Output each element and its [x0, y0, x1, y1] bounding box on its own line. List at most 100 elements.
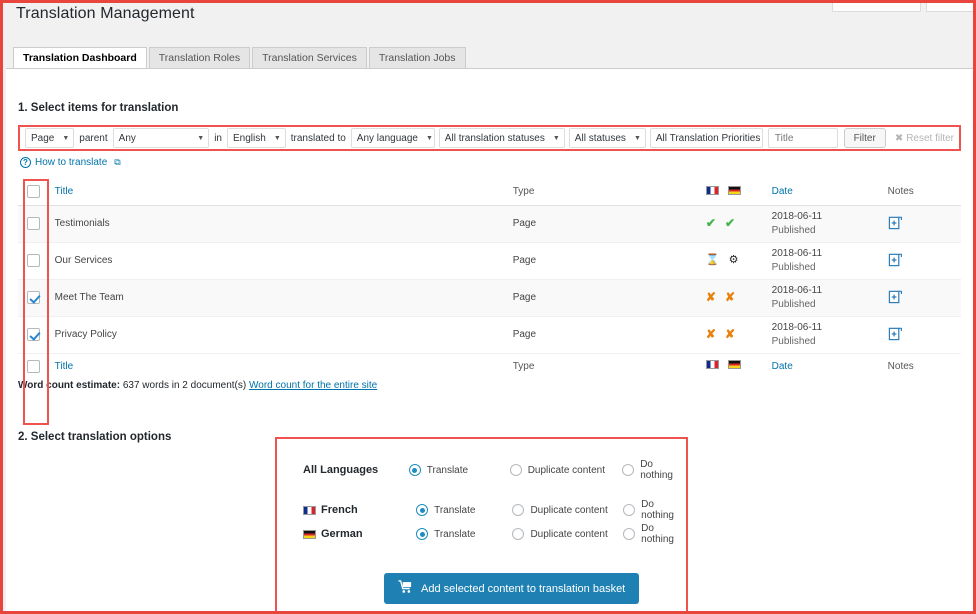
option-label: Duplicate content: [530, 504, 608, 516]
all-languages-translate-option[interactable]: Translate: [408, 464, 510, 476]
option-label: Duplicate content: [530, 528, 608, 540]
section-1-heading: 1. Select items for translation: [18, 102, 179, 114]
target-language-value: Any language: [356, 132, 418, 144]
parent-select[interactable]: Any ▼: [112, 128, 210, 148]
tab-label: Translation Jobs: [378, 51, 456, 64]
radio-duplicate[interactable]: [512, 504, 525, 516]
table-row[interactable]: Meet The Team Page ✘ ✘ 2018-06-11 Publishe…: [18, 279, 961, 316]
radio-translate[interactable]: [408, 464, 421, 476]
select-all-checkbox[interactable]: [27, 359, 40, 373]
footer-title[interactable]: Title: [55, 353, 513, 379]
select-all-header: [18, 179, 55, 205]
header-date[interactable]: Date: [772, 179, 888, 205]
row-type: Page: [512, 292, 537, 303]
row-checkbox[interactable]: [27, 291, 40, 304]
translated-check-icon: ✔: [724, 216, 736, 230]
basket-button-label: Add selected content to translation bask…: [421, 582, 626, 595]
add-note-icon[interactable]: [888, 252, 903, 270]
row-checkbox[interactable]: [27, 254, 40, 267]
row-status-text: Published: [771, 335, 816, 347]
translation-status-select[interactable]: All translation statuses ▼: [438, 128, 565, 148]
word-count-value: 637 words in 2 document(s): [122, 380, 247, 391]
french-translate-option[interactable]: Translate: [416, 504, 515, 516]
how-to-translate-link[interactable]: ? How to translate ⧉: [20, 157, 121, 168]
row-notes: [888, 205, 961, 242]
option-label: Do nothing: [640, 459, 673, 481]
select-all-checkbox[interactable]: [27, 185, 40, 199]
all-languages-donothing-option[interactable]: Do nothing: [622, 459, 686, 481]
reset-filter-button[interactable]: ✖ Reset filter: [895, 133, 954, 144]
tab-label: Translation Dashboard: [23, 51, 137, 64]
title-search-input[interactable]: Title: [767, 128, 838, 148]
row-title: Privacy Policy: [54, 329, 117, 340]
filter-button[interactable]: Filter: [843, 128, 886, 148]
footer-date[interactable]: Date: [772, 353, 888, 379]
row-checkbox[interactable]: [27, 328, 40, 341]
german-donothing-option[interactable]: Do nothing: [623, 523, 686, 545]
option-label: Translate: [434, 528, 476, 540]
radio-duplicate[interactable]: [512, 528, 525, 540]
section-2-heading: 2. Select translation options: [18, 431, 172, 443]
add-to-translation-basket-button[interactable]: Add selected content to translation bask…: [384, 573, 640, 604]
german-duplicate-option[interactable]: Duplicate content: [512, 528, 623, 540]
page-title: Translation Management: [16, 5, 195, 22]
radio-translate[interactable]: [416, 528, 429, 540]
add-note-icon[interactable]: [888, 215, 903, 233]
header-title[interactable]: Title: [55, 179, 513, 205]
source-language-select[interactable]: English ▼: [227, 128, 286, 148]
table-row[interactable]: Privacy Policy Page ✘ ✘ 2018-06-11 Publish…: [18, 316, 961, 353]
radio-translate[interactable]: [416, 504, 429, 516]
reset-filter-label: Reset filter: [906, 132, 954, 144]
row-date-value: 2018-06-11: [771, 322, 823, 333]
footer-notes: Notes: [887, 360, 914, 372]
radio-duplicate[interactable]: [509, 464, 522, 476]
word-count-estimate: Word count estimate: 637 words in 2 docu…: [18, 380, 377, 391]
add-note-icon[interactable]: [888, 326, 903, 344]
row-notes: [888, 279, 961, 316]
target-language-select[interactable]: Any language ▼: [350, 128, 435, 148]
priority-select[interactable]: All Translation Priorities▼: [649, 128, 775, 148]
post-type-select[interactable]: Page ▼: [25, 128, 75, 148]
option-label: Translate: [426, 464, 469, 476]
external-link-icon: ⧉: [114, 157, 121, 167]
table-row[interactable]: Testimonials Page ✔ ✔ 2018-06-11 Published: [18, 205, 961, 242]
all-languages-duplicate-option[interactable]: Duplicate content: [509, 464, 622, 476]
option-row-all-languages: All Languages Translate Duplicate conten…: [277, 459, 686, 481]
radio-do-nothing[interactable]: [622, 464, 635, 476]
german-translate-option[interactable]: Translate: [416, 528, 515, 540]
parent-value: Any: [118, 132, 136, 144]
table-row[interactable]: Our Services Page ⌛ ⚙ 2018-06-11 Published: [18, 242, 961, 279]
option-row-german: German Translate Duplicate content Do no…: [277, 523, 686, 545]
row-notes: [888, 242, 961, 279]
german-flag-icon: [727, 185, 741, 195]
chevron-down-icon: ▼: [273, 134, 281, 142]
word-count-site-link[interactable]: Word count for the entire site: [249, 380, 377, 391]
header-notes: Notes: [887, 186, 914, 198]
row-title: Testimonials: [54, 218, 110, 229]
tab-translation-jobs[interactable]: Translation Jobs: [368, 47, 466, 68]
cart-icon: [398, 580, 413, 597]
french-duplicate-option[interactable]: Duplicate content: [512, 504, 623, 516]
row-notes: [888, 316, 961, 353]
header-flags: [696, 179, 772, 205]
add-note-icon[interactable]: [888, 289, 903, 307]
tab-translation-roles[interactable]: Translation Roles: [148, 47, 251, 68]
french-donothing-option[interactable]: Do nothing: [623, 499, 686, 521]
row-translation-status: ✘ ✘: [696, 316, 772, 353]
priority-value: All Translation Priorities: [655, 132, 761, 144]
status-select[interactable]: All statuses ▼: [568, 128, 646, 148]
tab-translation-services[interactable]: Translation Services: [252, 47, 367, 68]
row-date-value: 2018-06-11: [771, 211, 823, 222]
row-date-value: 2018-06-11: [771, 248, 823, 259]
radio-do-nothing[interactable]: [623, 504, 636, 516]
german-flag-icon: [303, 529, 316, 539]
tab-label: Translation Services: [262, 51, 357, 64]
radio-do-nothing[interactable]: [623, 528, 636, 540]
row-translation-status: ✘ ✘: [696, 279, 772, 316]
chevron-down-icon: ▼: [425, 134, 433, 142]
select-all-footer: [18, 353, 55, 379]
translated-to-label: translated to: [290, 132, 346, 144]
row-title: Meet The Team: [54, 292, 124, 303]
row-checkbox[interactable]: [27, 217, 40, 230]
tab-translation-dashboard[interactable]: Translation Dashboard: [13, 47, 147, 68]
